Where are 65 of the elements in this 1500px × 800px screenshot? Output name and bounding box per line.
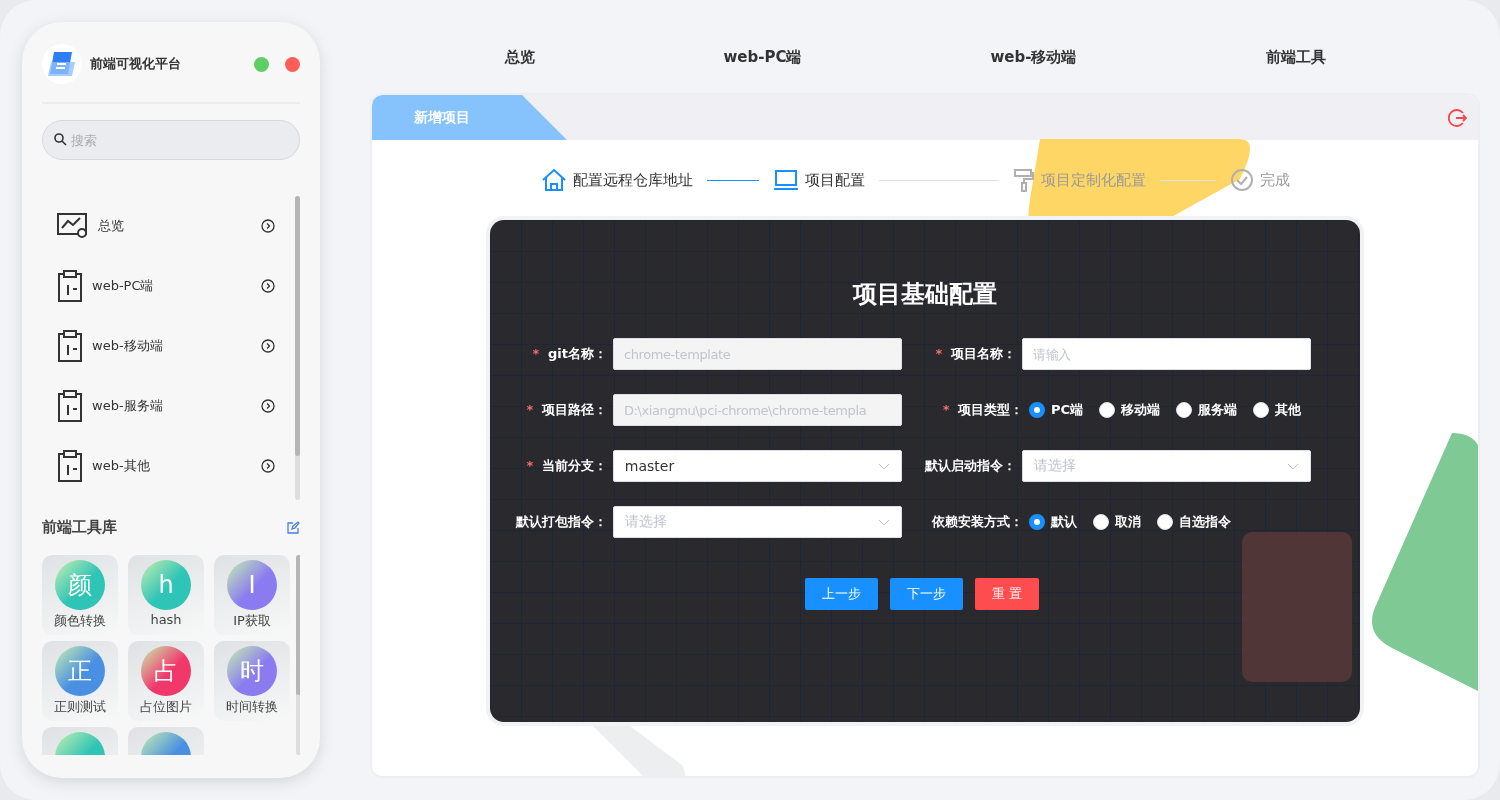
step-label: 项目配置 [804, 170, 865, 190]
radio-option[interactable]: 移动端 [1099, 401, 1161, 419]
section-title: 前端工具库 [42, 518, 117, 537]
form-title: 项目基础配置 [853, 279, 997, 310]
nav-item[interactable]: web-PC端 [42, 256, 295, 316]
field-label: * 当前分支： [525, 457, 608, 475]
radio-option[interactable]: 取消 [1093, 513, 1141, 531]
field-label: * 项目类型： [941, 401, 1024, 419]
folder-logo-icon [42, 44, 82, 84]
field-label: * 项目名称： [934, 345, 1017, 363]
text-field[interactable]: 请输入 [1021, 338, 1311, 370]
top-nav-link[interactable]: web-移动端 [990, 48, 1077, 67]
nav-item[interactable]: 总览 [42, 196, 295, 256]
close-dot[interactable] [285, 56, 300, 72]
chevron-down-icon [1287, 462, 1299, 470]
clipboard-icon [56, 389, 84, 423]
tool-tile[interactable]: 正 正则测试 [42, 641, 118, 721]
check-circle-icon [1229, 168, 1254, 192]
top-nav-link[interactable]: 前端工具 [1265, 48, 1326, 67]
radio-option[interactable]: 默认 [1029, 513, 1077, 531]
logout-icon[interactable] [1448, 108, 1468, 128]
chevron-circle-icon [261, 339, 275, 353]
chevron-circle-icon [261, 279, 275, 293]
field-label: * 项目路径： [525, 401, 608, 419]
chevron-circle-icon [261, 399, 275, 413]
step-label: 配置远程仓库地址 [572, 170, 693, 190]
nav-item[interactable]: web-服务端 [42, 376, 295, 436]
chevron-down-icon [878, 462, 890, 470]
clipboard-icon [56, 329, 84, 363]
select-field[interactable]: master [612, 450, 902, 482]
nav-item[interactable]: web-其他 [42, 436, 295, 496]
radio-option[interactable]: 服务端 [1176, 401, 1238, 419]
tool-tile[interactable]: 颜 颜色转换 [42, 555, 118, 635]
tool-tile[interactable]: 时 时间转换 [214, 641, 290, 721]
search-field[interactable]: 搜索 [42, 120, 300, 160]
chevron-circle-icon [261, 219, 275, 233]
maximize-dot[interactable] [254, 56, 269, 72]
top-nav-link[interactable]: web-PC端 [723, 48, 802, 67]
clipboard-icon [56, 449, 84, 483]
clipboard-icon [56, 269, 84, 303]
tool-tile[interactable]: 占 占位图片 [128, 641, 204, 721]
scrollbar[interactable] [295, 196, 300, 500]
chevron-circle-icon [261, 459, 275, 473]
home-icon [540, 168, 567, 192]
field-label: 依赖安装方式： [930, 513, 1024, 531]
field-label: * git名称： [531, 345, 608, 363]
step-label: 项目定制化配置 [1040, 170, 1146, 190]
nav-item[interactable]: web-移动端 [42, 316, 295, 376]
chevron-down-icon [878, 518, 890, 526]
edit-icon[interactable] [287, 521, 300, 534]
radio-option[interactable]: 自选指令 [1157, 513, 1231, 531]
tool-tile[interactable]: h hash [128, 555, 204, 635]
paint-roller-icon [1012, 168, 1035, 192]
field-label: 默认启动指令： [923, 457, 1017, 475]
top-nav-link[interactable]: 总览 [504, 48, 535, 67]
scrollbar[interactable] [296, 555, 300, 755]
app-title: 前端可视化平台 [90, 55, 182, 73]
step-label: 完成 [1259, 170, 1290, 190]
laptop-icon [772, 169, 799, 191]
radio-option[interactable]: 其他 [1253, 401, 1302, 419]
search-icon [54, 133, 67, 146]
field-label: 默认打包指令： [514, 513, 608, 531]
radio-option[interactable]: PC端 [1029, 401, 1084, 419]
tool-tile[interactable]: I IP获取 [214, 555, 290, 635]
monitor-chart-icon [56, 212, 90, 240]
